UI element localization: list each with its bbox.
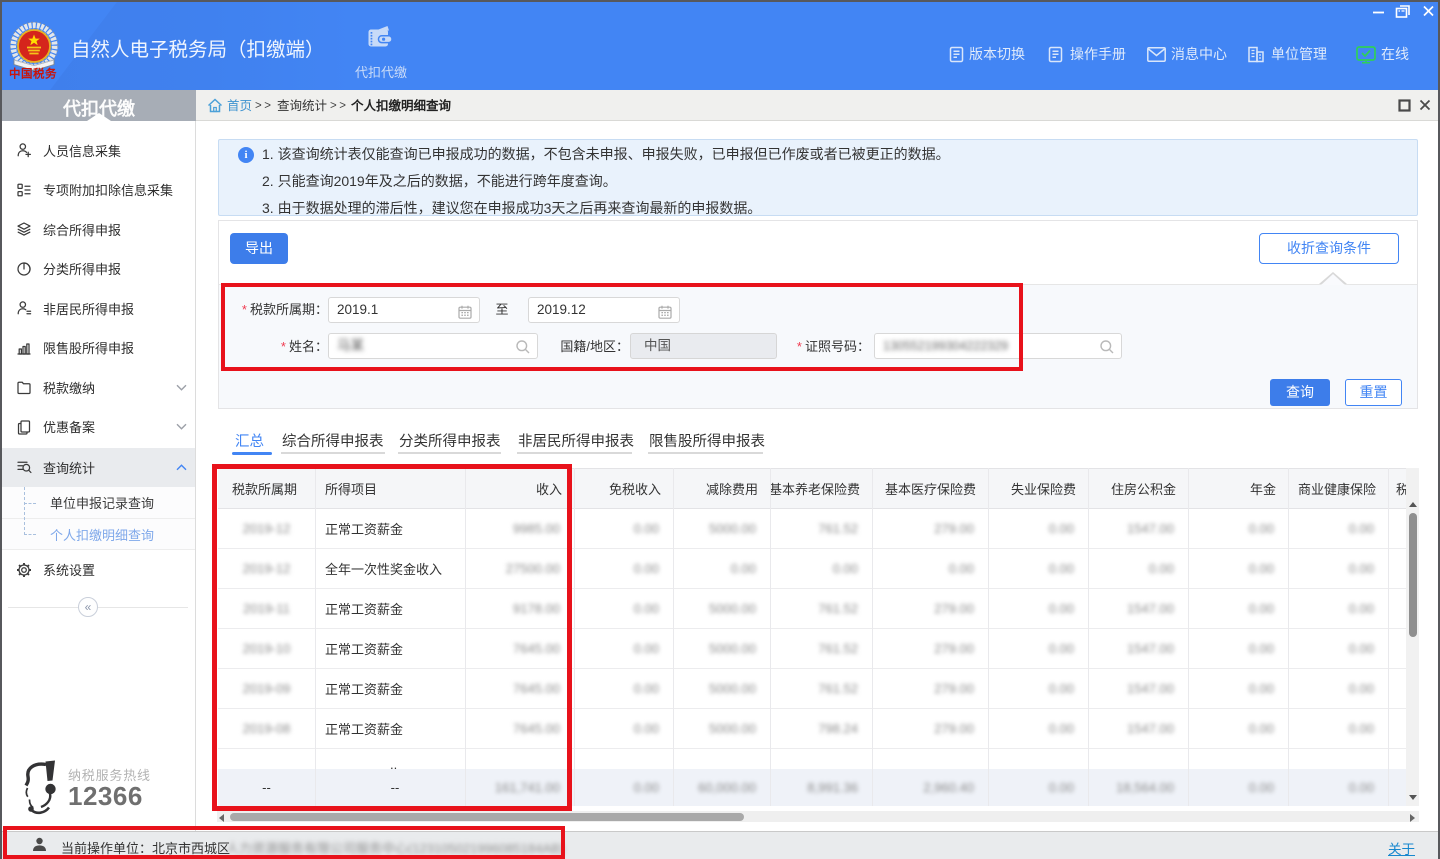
svg-text:中国税务: 中国税务 (9, 67, 57, 80)
